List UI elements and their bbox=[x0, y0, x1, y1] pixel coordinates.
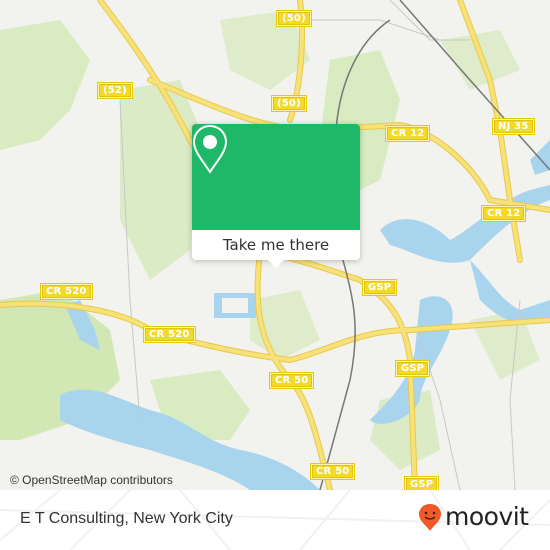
take-me-there-button[interactable]: Take me there bbox=[192, 230, 360, 260]
road-shield: GSP bbox=[403, 476, 440, 490]
road-shield: (52) bbox=[97, 82, 133, 99]
railway-line bbox=[399, 0, 550, 171]
moovit-logo[interactable]: moovit bbox=[418, 502, 529, 532]
place-title: E T Consulting, New York City bbox=[20, 510, 233, 527]
map-attribution[interactable]: © OpenStreetMap contributors bbox=[0, 470, 181, 490]
road-shield: NJ 35 bbox=[492, 118, 535, 135]
road-shield: (50) bbox=[271, 95, 307, 112]
map-view[interactable]: (50) (52) (50) CR 12 NJ 35 CR 12 CR 520 … bbox=[0, 0, 550, 490]
map-pin-icon bbox=[192, 124, 228, 174]
road-shield: (50) bbox=[276, 10, 312, 27]
popup-header[interactable] bbox=[192, 124, 360, 230]
brand-name: moovit bbox=[445, 502, 529, 531]
moovit-face-icon bbox=[419, 504, 441, 531]
popup-pointer bbox=[268, 260, 284, 268]
take-me-there-label: Take me there bbox=[222, 236, 330, 254]
road-shield: CR 12 bbox=[384, 125, 431, 142]
footer-bar: E T Consulting, New York City moovit bbox=[0, 490, 550, 550]
road-shield: CR 50 bbox=[309, 463, 356, 480]
road-shield: CR 12 bbox=[480, 205, 527, 222]
road-shield: GSP bbox=[361, 279, 398, 296]
road-shield: CR 50 bbox=[268, 372, 315, 389]
road-shield: CR 520 bbox=[40, 283, 93, 300]
road-shield: CR 520 bbox=[143, 326, 196, 343]
location-popup[interactable]: Take me there bbox=[192, 124, 360, 268]
road-shield: GSP bbox=[394, 360, 431, 377]
